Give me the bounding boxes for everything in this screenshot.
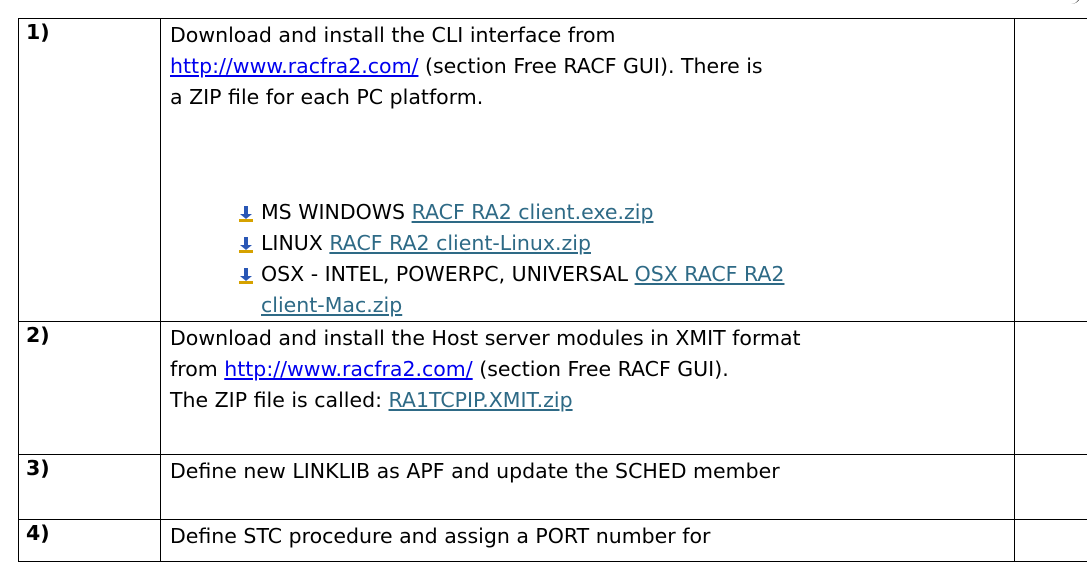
step-text: from	[170, 357, 224, 381]
step-number: 3)	[19, 455, 161, 520]
steps-table: 1) Download and install the CLI interfac…	[18, 18, 1087, 562]
step-number: 1)	[19, 19, 161, 322]
step-description: Define STC procedure and assign a PORT n…	[161, 520, 1015, 562]
step-text-line: Download and install the Host server mod…	[170, 323, 1014, 354]
step-text-line: a ZIP file for each PC platform.	[170, 82, 1014, 113]
linux-download-link[interactable]: RACF RA2 client-Linux.zip	[329, 231, 591, 255]
platform-label: OSX - INTEL, POWERPC, UNIVERSAL	[261, 262, 635, 286]
empty-cell	[1015, 19, 1087, 322]
step-number: 2)	[19, 322, 161, 455]
list-item: MS WINDOWS RACF RA2 client.exe.zip	[239, 197, 1014, 228]
down-arrow-bullet-icon	[239, 206, 253, 222]
step-text-line: Define STC procedure and assign a PORT n…	[170, 521, 1014, 552]
step-text: (section Free RACF GUI).	[473, 357, 729, 381]
step-text-line: The ZIP file is called: RA1TCPIP.XMIT.zi…	[170, 385, 1014, 416]
down-arrow-bullet-icon	[239, 237, 253, 253]
list-item: OSX - INTEL, POWERPC, UNIVERSAL OSX RACF…	[239, 259, 1014, 321]
platform-list: MS WINDOWS RACF RA2 client.exe.zip LINUX…	[170, 197, 1014, 321]
platform-label: LINUX	[261, 231, 329, 255]
step-text-line: from http://www.racfra2.com/ (section Fr…	[170, 354, 1014, 385]
step-description: Define new LINKLIB as APF and update the…	[161, 455, 1015, 520]
step-description: Download and install the Host server mod…	[161, 322, 1015, 455]
empty-cell	[1015, 455, 1087, 520]
document-page: 1) Download and install the CLI interfac…	[0, 0, 1087, 557]
empty-cell	[1015, 322, 1087, 455]
osx-download-link[interactable]: OSX RACF RA2	[635, 262, 785, 286]
step-number: 4)	[19, 520, 161, 562]
step-text-line: http://www.racfra2.com/ (section Free RA…	[170, 51, 1014, 82]
down-arrow-bullet-icon	[239, 268, 253, 284]
xmit-zip-link[interactable]: RA1TCPIP.XMIT.zip	[389, 388, 573, 412]
empty-cell	[1015, 520, 1087, 562]
step-text: (section Free RACF GUI). There is	[418, 54, 762, 78]
racfra2-link[interactable]: http://www.racfra2.com/	[224, 357, 472, 381]
osx-download-link-continued[interactable]: client-Mac.zip	[261, 293, 402, 317]
table-row: 2) Download and install the Host server …	[19, 322, 1087, 455]
table-row: 4) Define STC procedure and assign a POR…	[19, 520, 1087, 562]
racfra2-link[interactable]: http://www.racfra2.com/	[170, 54, 418, 78]
windows-download-link[interactable]: RACF RA2 client.exe.zip	[412, 200, 654, 224]
step-text-line: Download and install the CLI interface f…	[170, 20, 1014, 51]
step-text: The ZIP file is called:	[170, 388, 389, 412]
page-corner-mark	[1060, 0, 1081, 4]
step-description: Download and install the CLI interface f…	[161, 19, 1015, 322]
table-row: 1) Download and install the CLI interfac…	[19, 19, 1087, 322]
table-row: 3) Define new LINKLIB as APF and update …	[19, 455, 1087, 520]
platform-label: MS WINDOWS	[261, 200, 412, 224]
list-item: LINUX RACF RA2 client-Linux.zip	[239, 228, 1014, 259]
step-text-line: Define new LINKLIB as APF and update the…	[170, 456, 1014, 487]
